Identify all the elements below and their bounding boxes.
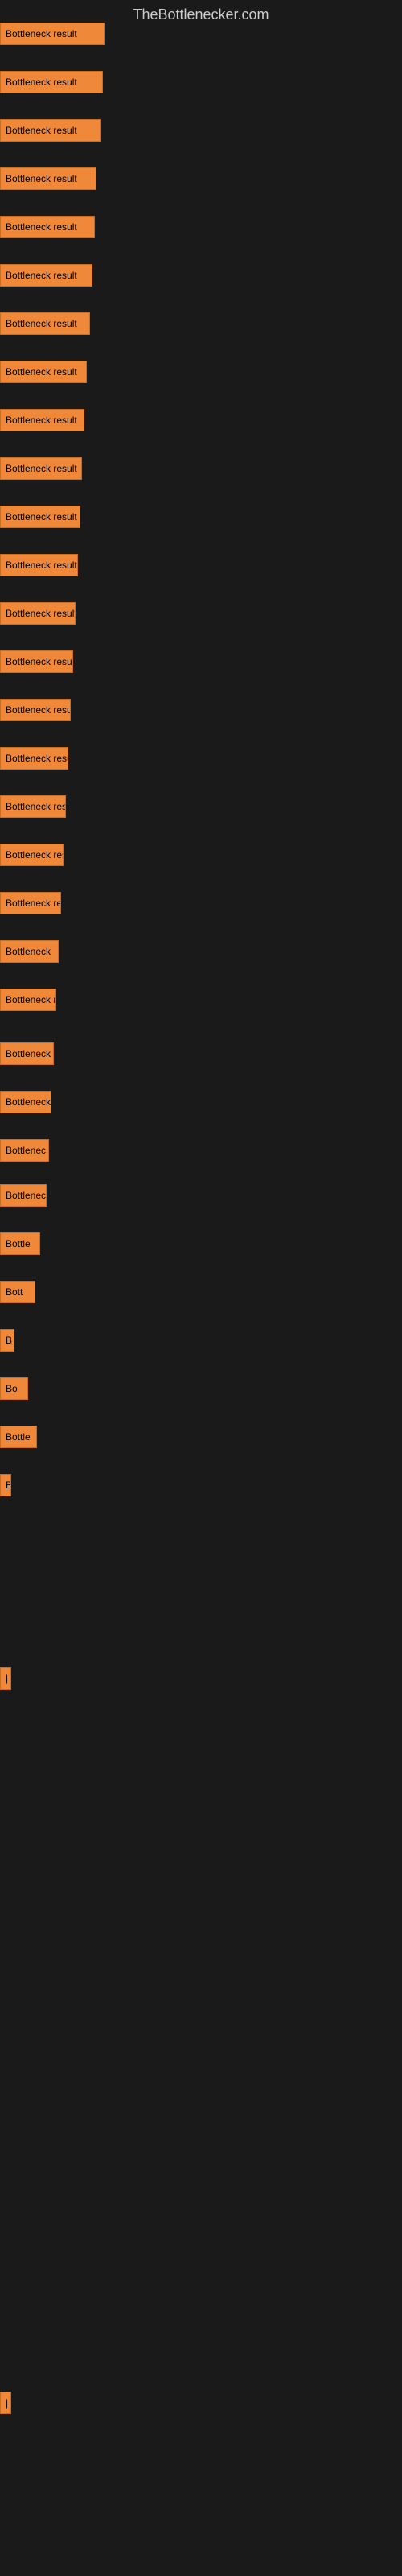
bar-row: Bottleneck re — [0, 1184, 47, 1207]
bar-label: Bottleneck — [6, 946, 51, 957]
bar-row: Bottleneck result — [0, 699, 71, 721]
bar-label: Bottleneck result — [6, 221, 77, 233]
bar-row: Bottleneck result — [0, 506, 80, 528]
bar-row: Bottleneck result — [0, 167, 96, 190]
bar-row: Bottleneck result — [0, 361, 87, 383]
bar-label: | — [6, 1673, 8, 1684]
bar-label: Bottleneck result — [6, 559, 77, 571]
bar-label: Bottleneck result — [6, 608, 76, 619]
bar-label: Bottleneck re — [6, 994, 56, 1005]
bar-label: B — [6, 1480, 11, 1491]
bar-label: Bottleneck re — [6, 1190, 47, 1201]
bar-label: Bottleneck resu — [6, 1096, 51, 1108]
chart-area: TheBottlenecker.com Bottleneck resultBot… — [0, 0, 402, 2576]
bar-label: Bottleneck resu — [6, 801, 66, 812]
bar-label: Bottleneck result — [6, 753, 68, 764]
bar-label: Bott — [6, 1286, 23, 1298]
bar-row: Bottleneck result — [0, 844, 64, 866]
bar-label: Bottleneck result — [6, 125, 77, 136]
bar-row: Bottleneck result — [0, 216, 95, 238]
bar-row: Bottleneck result — [0, 23, 105, 45]
bar-label: Bottleneck result — [6, 173, 77, 184]
bar-label: Bottleneck result — [6, 366, 77, 378]
bar-row: Bottleneck result — [0, 457, 82, 480]
bar-row: Bott — [0, 1281, 35, 1303]
bar-label: Bottleneck result — [6, 270, 77, 281]
bar-row: Bottlenec — [0, 1139, 49, 1162]
bar-row: Bottleneck — [0, 940, 59, 963]
bar-label: Bottle — [6, 1238, 31, 1249]
bar-label: Bo — [6, 1383, 18, 1394]
bar-row: Bottleneck result — [0, 409, 84, 431]
bar-row: B — [0, 1474, 11, 1496]
bar-row: | — [0, 2392, 11, 2414]
bar-row: Bottle — [0, 1232, 40, 1255]
bar-row: Bottleneck re — [0, 892, 61, 914]
bar-row: Bottleneck result — [0, 650, 73, 673]
bar-row: Bottleneck result — [0, 264, 92, 287]
bar-label: Bottleneck result — [6, 76, 77, 88]
bar-label: Bottleneck result — [6, 463, 77, 474]
bar-label: Bottleneck result — [6, 318, 77, 329]
bar-label: Bottleneck result — [6, 415, 77, 426]
bar-row: Bottleneck result — [0, 747, 68, 770]
bar-label: Bottleneck re — [6, 898, 61, 909]
bar-row: Bottleneck result — [0, 554, 78, 576]
bar-row: Bottleneck result — [0, 312, 90, 335]
bar-label: Bottlenec — [6, 1145, 46, 1156]
bar-label: Bottleneck result — [6, 656, 73, 667]
bar-row: Bottleneck resu — [0, 1091, 51, 1113]
bar-label: | — [6, 2397, 8, 2409]
bar-label: B — [6, 1335, 12, 1346]
bar-label: Bottleneck result — [6, 849, 64, 861]
bar-label: Bottleneck r — [6, 1048, 54, 1059]
bar-row: Bottleneck result — [0, 602, 76, 625]
bar-row: Bottleneck re — [0, 989, 56, 1011]
bar-row: Bottle — [0, 1426, 37, 1448]
bar-row: Bottleneck result — [0, 119, 100, 142]
bar-label: Bottleneck result — [6, 28, 77, 39]
bar-row: | — [0, 1667, 11, 1690]
bar-row: Bottleneck resu — [0, 795, 66, 818]
bar-row: B — [0, 1329, 14, 1352]
bar-label: Bottle — [6, 1431, 31, 1443]
bar-row: Bottleneck result — [0, 71, 103, 93]
bar-label: Bottleneck result — [6, 704, 71, 716]
bar-row: Bottleneck r — [0, 1042, 54, 1065]
bar-label: Bottleneck result — [6, 511, 77, 522]
bar-row: Bo — [0, 1377, 28, 1400]
